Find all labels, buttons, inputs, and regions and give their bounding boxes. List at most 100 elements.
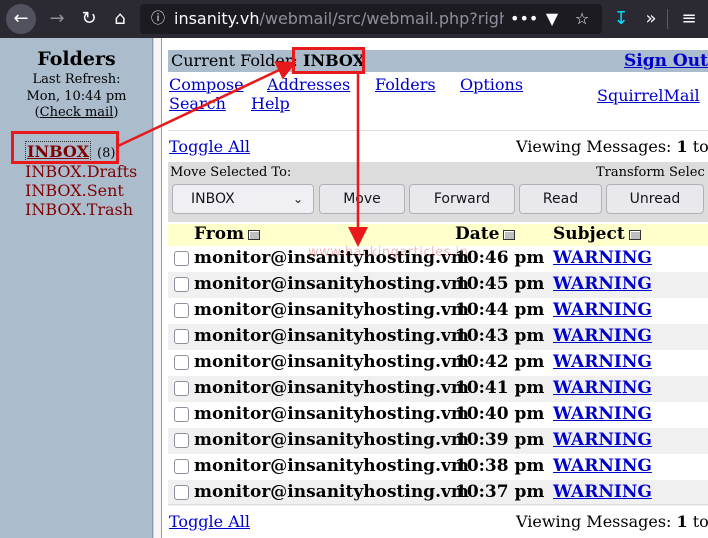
frame-divider[interactable]: [153, 38, 162, 538]
hamburger-menu-icon[interactable]: ≡: [674, 4, 704, 34]
table-row[interactable]: monitor@insanityhosting.vm 10:37 pm WARNIN…: [168, 480, 708, 506]
row-subject-link[interactable]: WARNING: [553, 404, 652, 424]
folders-title: Folders: [37, 48, 116, 70]
message-frame: Current Folder: INBOX Sign Out Compose A…: [163, 38, 708, 538]
download-icon[interactable]: ↧: [606, 4, 636, 34]
table-row[interactable]: monitor@insanityhosting.vm 10:43 pm WARNIN…: [168, 324, 708, 350]
options-link[interactable]: Options: [460, 75, 523, 94]
check-mail: (Check mail): [0, 105, 153, 120]
row-from[interactable]: monitor@insanityhosting.vm: [194, 352, 469, 372]
toggle-all-link-bottom[interactable]: Toggle All: [169, 512, 250, 531]
row-checkbox[interactable]: [174, 329, 189, 344]
back-arrow-icon[interactable]: ←: [6, 4, 36, 34]
forward-arrow-icon[interactable]: →: [42, 4, 72, 34]
squirrelmail-link[interactable]: SquirrelMail: [597, 86, 700, 105]
row-checkbox[interactable]: [174, 277, 189, 292]
row-checkbox[interactable]: [174, 459, 189, 474]
row-subject-link[interactable]: WARNING: [553, 482, 652, 502]
search-link[interactable]: Search: [169, 94, 226, 113]
sort-icon[interactable]: [628, 229, 641, 240]
move-folder-value: INBOX: [191, 191, 235, 207]
row-from[interactable]: monitor@insanityhosting.vm: [194, 404, 469, 424]
column-from[interactable]: From: [194, 224, 261, 244]
toolbar-separator: [667, 9, 668, 29]
row-from[interactable]: monitor@insanityhosting.vm: [194, 300, 469, 320]
row-from[interactable]: monitor@insanityhosting.vm: [194, 482, 469, 502]
url-path: /webmail/src/webmail.php?right_fr: [259, 9, 504, 28]
unread-button[interactable]: Unread: [606, 184, 704, 214]
table-row[interactable]: monitor@insanityhosting.vm 10:42 pm WARNIN…: [168, 350, 708, 376]
folders-link[interactable]: Folders: [375, 75, 436, 94]
row-from[interactable]: monitor@insanityhosting.vm: [194, 274, 469, 294]
url-bar[interactable]: ⓘ insanity.vh/webmail/src/webmail.php?ri…: [140, 4, 602, 34]
row-from[interactable]: monitor@insanityhosting.vm: [194, 456, 469, 476]
folder-item-drafts[interactable]: INBOX.Drafts: [25, 162, 137, 181]
row-checkbox[interactable]: [174, 433, 189, 448]
addresses-link[interactable]: Addresses: [267, 75, 350, 94]
row-date: 10:43 pm: [455, 326, 545, 346]
row-from[interactable]: monitor@insanityhosting.vm: [194, 430, 469, 450]
row-subject-link[interactable]: WARNING: [553, 352, 652, 372]
row-from[interactable]: monitor@insanityhosting.vm: [194, 378, 469, 398]
row-subject-link[interactable]: WARNING: [553, 274, 652, 294]
row-checkbox[interactable]: [174, 355, 189, 370]
check-mail-link[interactable]: Check mail: [40, 105, 114, 120]
row-checkbox[interactable]: [174, 485, 189, 500]
row-subject-link[interactable]: WARNING: [553, 300, 652, 320]
row-checkbox[interactable]: [174, 251, 189, 266]
url-text[interactable]: insanity.vh/webmail/src/webmail.php?righ…: [174, 4, 504, 34]
folder-item-sent[interactable]: INBOX.Sent: [25, 181, 124, 200]
viewing-prefix: Viewing Messages:: [516, 137, 677, 156]
info-icon[interactable]: ⓘ: [148, 4, 168, 34]
message-controls: Move Selected To: Transform Selec INBOX ⌄…: [168, 162, 708, 222]
read-button[interactable]: Read: [519, 184, 602, 214]
row-from[interactable]: monitor@insanityhosting.vm: [194, 326, 469, 346]
table-row[interactable]: monitor@insanityhosting.vm 10:40 pm WARNIN…: [168, 402, 708, 428]
move-folder-select[interactable]: INBOX ⌄: [172, 184, 314, 214]
help-link[interactable]: Help: [251, 94, 290, 113]
overflow-chevrons-icon[interactable]: »: [636, 4, 666, 34]
column-subject[interactable]: Subject: [553, 224, 641, 244]
sign-out-link[interactable]: Sign Out: [624, 51, 708, 71]
move-button[interactable]: Move: [319, 184, 405, 214]
chevron-down-icon: ⌄: [292, 192, 303, 206]
annotation-box-inbox-folder: [11, 131, 119, 164]
table-row[interactable]: monitor@insanityhosting.vm 10:44 pm WARNIN…: [168, 298, 708, 324]
toggle-all-link[interactable]: Toggle All: [169, 137, 250, 156]
row-subject-link[interactable]: WARNING: [553, 430, 652, 450]
table-row[interactable]: monitor@insanityhosting.vm 10:38 pm WARNIN…: [168, 454, 708, 480]
home-icon[interactable]: ⌂: [105, 4, 135, 34]
compose-link[interactable]: Compose: [169, 75, 244, 94]
row-subject-link[interactable]: WARNING: [553, 326, 652, 346]
bookmark-star-icon[interactable]: ☆: [570, 4, 594, 34]
row-checkbox[interactable]: [174, 303, 189, 318]
row-date: 10:37 pm: [455, 482, 545, 502]
reload-icon[interactable]: ↻: [74, 4, 104, 34]
row-checkbox[interactable]: [174, 407, 189, 422]
sort-icon[interactable]: [503, 229, 516, 240]
pocket-icon[interactable]: ▼: [540, 4, 564, 34]
table-row[interactable]: monitor@insanityhosting.vm 10:41 pm WARNIN…: [168, 376, 708, 402]
viewing-messages-bottom: Viewing Messages: 1 to: [516, 512, 708, 531]
row-date: 10:39 pm: [455, 430, 545, 450]
column-date[interactable]: Date: [455, 224, 516, 244]
row-subject-link[interactable]: WARNING: [553, 456, 652, 476]
row-checkbox[interactable]: [174, 381, 189, 396]
folder-item-trash[interactable]: INBOX.Trash: [25, 200, 133, 219]
forward-button[interactable]: Forward: [409, 184, 515, 214]
current-folder-bar: Current Folder: INBOX Sign Out: [168, 50, 708, 72]
url-host: insanity.vh: [174, 9, 260, 28]
viewing-suffix: to: [687, 137, 708, 156]
row-subject-link[interactable]: WARNING: [553, 248, 652, 268]
table-row[interactable]: monitor@insanityhosting.vm 10:45 pm WARNIN…: [168, 272, 708, 298]
row-date: 10:44 pm: [455, 300, 545, 320]
viewing-start: 1: [676, 137, 688, 156]
row-date: 10:46 pm: [455, 248, 545, 268]
more-dots-icon[interactable]: •••: [510, 4, 538, 34]
row-subject-link[interactable]: WARNING: [553, 378, 652, 398]
row-date: 10:41 pm: [455, 378, 545, 398]
last-refresh: Last Refresh: Mon, 10:44 pm: [0, 71, 153, 105]
table-row[interactable]: monitor@insanityhosting.vm 10:39 pm WARNIN…: [168, 428, 708, 454]
browser-toolbar: ← → ↻ ⌂ ⓘ insanity.vh/webmail/src/webmai…: [0, 0, 708, 38]
sort-icon[interactable]: [248, 229, 261, 240]
